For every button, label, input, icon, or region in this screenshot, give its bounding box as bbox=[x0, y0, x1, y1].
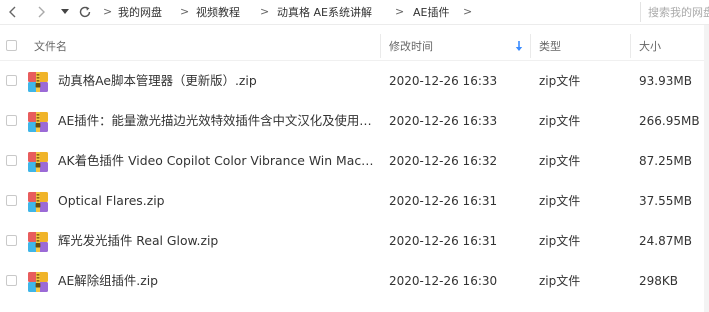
sort-down-arrow-icon[interactable] bbox=[515, 41, 523, 52]
scrollbar-track[interactable] bbox=[704, 25, 709, 312]
file-type: zip文件 bbox=[539, 194, 581, 208]
breadcrumb-separator: > bbox=[463, 5, 473, 18]
forward-button[interactable] bbox=[34, 3, 48, 21]
caret-down-icon bbox=[61, 9, 69, 14]
column-header-size[interactable]: 大小 bbox=[639, 38, 661, 54]
column-divider[interactable] bbox=[530, 34, 531, 58]
search-box bbox=[640, 0, 709, 24]
column-divider[interactable] bbox=[630, 34, 631, 58]
file-name[interactable]: AK着色插件 Video Copilot Color Vibrance Win … bbox=[58, 153, 376, 169]
breadcrumb-item-my-drive[interactable]: 我的网盘 bbox=[118, 4, 162, 20]
refresh-icon bbox=[79, 6, 91, 18]
breadcrumb-separator: > bbox=[395, 5, 405, 18]
file-type: zip文件 bbox=[539, 234, 581, 248]
search-input[interactable] bbox=[648, 3, 709, 21]
file-size: 87.25MB bbox=[639, 154, 692, 168]
file-type: zip文件 bbox=[539, 74, 581, 88]
file-modified-time: 2020-12-26 16:33 bbox=[389, 114, 498, 128]
zip-file-icon bbox=[28, 192, 48, 212]
file-row[interactable]: AK着色插件 Video Copilot Color Vibrance Win … bbox=[0, 141, 709, 181]
select-all-checkbox[interactable] bbox=[6, 40, 17, 51]
file-type: zip文件 bbox=[539, 114, 581, 128]
toolbar: > 我的网盘 > 视频教程 > 动真格 AE系统讲解 > AE插件 > bbox=[0, 0, 709, 24]
file-size: 266.95MB bbox=[639, 114, 700, 128]
breadcrumb-separator: > bbox=[103, 5, 113, 18]
file-row[interactable]: Optical Flares.zip 2020-12-26 16:31 zip文… bbox=[0, 181, 709, 221]
file-modified-time: 2020-12-26 16:31 bbox=[389, 234, 498, 248]
file-row[interactable]: 动真格Ae脚本管理器（更新版）.zip 2020-12-26 16:33 zip… bbox=[0, 61, 709, 101]
file-row[interactable]: 辉光发光插件 Real Glow.zip 2020-12-26 16:31 zi… bbox=[0, 221, 709, 261]
history-dropdown-button[interactable] bbox=[59, 3, 71, 21]
file-type: zip文件 bbox=[539, 274, 581, 288]
file-name[interactable]: Optical Flares.zip bbox=[58, 193, 165, 209]
breadcrumb-separator: > bbox=[180, 5, 190, 18]
row-checkbox[interactable] bbox=[6, 235, 17, 246]
column-divider[interactable] bbox=[380, 34, 381, 58]
zip-file-icon bbox=[28, 272, 48, 292]
row-checkbox[interactable] bbox=[6, 275, 17, 286]
chevron-left-icon bbox=[9, 6, 16, 18]
column-header-type[interactable]: 类型 bbox=[539, 38, 561, 54]
back-button[interactable] bbox=[6, 3, 20, 21]
file-name[interactable]: AE解除组插件.zip bbox=[58, 273, 158, 289]
file-size: 93.93MB bbox=[639, 74, 692, 88]
file-size: 24.87MB bbox=[639, 234, 692, 248]
row-checkbox[interactable] bbox=[6, 155, 17, 166]
column-header-modified[interactable]: 修改时间 bbox=[389, 38, 433, 54]
breadcrumb-separator: > bbox=[260, 5, 270, 18]
breadcrumb-item-ae-course[interactable]: 动真格 AE系统讲解 bbox=[277, 4, 372, 20]
search-divider bbox=[640, 2, 641, 22]
breadcrumb-item-ae-plugins[interactable]: AE插件 bbox=[413, 4, 449, 20]
file-modified-time: 2020-12-26 16:30 bbox=[389, 274, 498, 288]
file-name[interactable]: 动真格Ae脚本管理器（更新版）.zip bbox=[58, 73, 257, 89]
row-checkbox[interactable] bbox=[6, 75, 17, 86]
file-name[interactable]: AE插件：能量激光描边光效特效插件含中文汉化及使用教程.zip bbox=[58, 113, 376, 129]
refresh-button[interactable] bbox=[77, 3, 93, 21]
toolbar-divider bbox=[0, 24, 709, 25]
zip-file-icon bbox=[28, 72, 48, 92]
row-checkbox[interactable] bbox=[6, 115, 17, 126]
file-type: zip文件 bbox=[539, 154, 581, 168]
row-checkbox[interactable] bbox=[6, 195, 17, 206]
file-size: 37.55MB bbox=[639, 194, 692, 208]
file-modified-time: 2020-12-26 16:31 bbox=[389, 194, 498, 208]
chevron-right-icon bbox=[38, 6, 45, 18]
file-modified-time: 2020-12-26 16:33 bbox=[389, 74, 498, 88]
table-header: 文件名 修改时间 类型 大小 bbox=[0, 32, 709, 60]
breadcrumb-item-video-tutorials[interactable]: 视频教程 bbox=[196, 4, 240, 20]
zip-file-icon bbox=[28, 232, 48, 252]
file-name[interactable]: 辉光发光插件 Real Glow.zip bbox=[58, 233, 218, 249]
file-size: 298KB bbox=[639, 274, 679, 288]
file-modified-time: 2020-12-26 16:32 bbox=[389, 154, 498, 168]
zip-file-icon bbox=[28, 112, 48, 132]
file-row[interactable]: AE解除组插件.zip 2020-12-26 16:30 zip文件 298KB bbox=[0, 261, 709, 301]
column-header-name[interactable]: 文件名 bbox=[34, 38, 67, 54]
zip-file-icon bbox=[28, 152, 48, 172]
file-row[interactable]: AE插件：能量激光描边光效特效插件含中文汉化及使用教程.zip 2020-12-… bbox=[0, 101, 709, 141]
